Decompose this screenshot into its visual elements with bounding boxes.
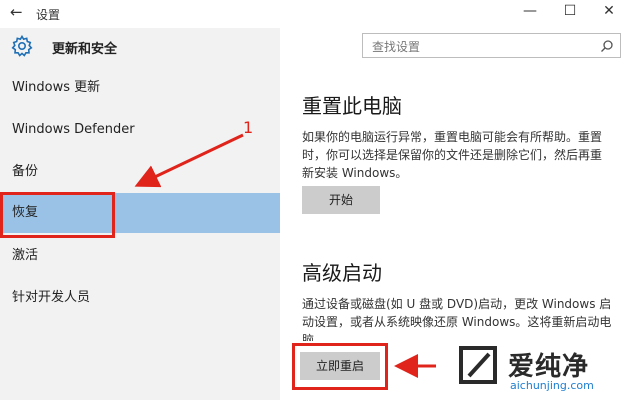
watermark-url: aichunjing.com <box>510 379 594 392</box>
reset-heading: 重置此电脑 <box>302 94 402 118</box>
title-bar: ← 设置 — ☐ ✕ <box>0 0 633 28</box>
search-icon[interactable] <box>600 38 614 57</box>
sidebar-item-label: 激活 <box>12 248 39 263</box>
watermark-logo-icon <box>455 340 503 392</box>
sidebar-item-windows-update[interactable]: Windows 更新 <box>0 68 280 108</box>
advanced-startup-heading: 高级启动 <box>302 261 382 285</box>
section-title: 更新和安全 <box>52 42 118 57</box>
sidebar-item-label: Windows 更新 <box>12 80 101 95</box>
gear-icon <box>10 34 34 62</box>
annotation-highlight-recovery <box>0 192 115 238</box>
reset-description: 如果你的电脑运行异常，重置电脑可能会有所帮助。重置时，你可以选择是保留你的文件还… <box>302 130 603 180</box>
sidebar-item-developers[interactable]: 针对开发人员 <box>0 278 280 318</box>
search-placeholder: 查找设置 <box>372 40 421 54</box>
sidebar-item-label: 针对开发人员 <box>12 290 91 305</box>
watermark-name: 爱纯净 <box>508 352 590 382</box>
advanced-startup-description: 通过设备或磁盘(如 U 盘或 DVD)启动，更改 Windows 启动设置，或者… <box>302 297 612 341</box>
sidebar-item-label: Windows Defender <box>12 122 135 137</box>
start-button[interactable]: 开始 <box>302 186 380 214</box>
sidebar-item-backup[interactable]: 备份 <box>0 152 280 192</box>
close-button[interactable]: ✕ <box>599 3 619 19</box>
search-input[interactable]: 查找设置 <box>362 33 621 58</box>
sidebar-item-activation[interactable]: 激活 <box>0 236 280 276</box>
sidebar-item-windows-defender[interactable]: Windows Defender <box>0 110 280 150</box>
minimize-button[interactable]: — <box>520 3 540 19</box>
window-title: 设置 <box>36 8 61 22</box>
section-header: 更新和安全 查找设置 <box>0 28 633 66</box>
sidebar-item-label: 备份 <box>12 164 39 179</box>
annotation-highlight-restart <box>292 343 388 390</box>
maximize-button[interactable]: ☐ <box>560 3 580 19</box>
back-arrow-icon[interactable]: ← <box>10 3 23 21</box>
annotation-number: 1 <box>243 118 254 137</box>
